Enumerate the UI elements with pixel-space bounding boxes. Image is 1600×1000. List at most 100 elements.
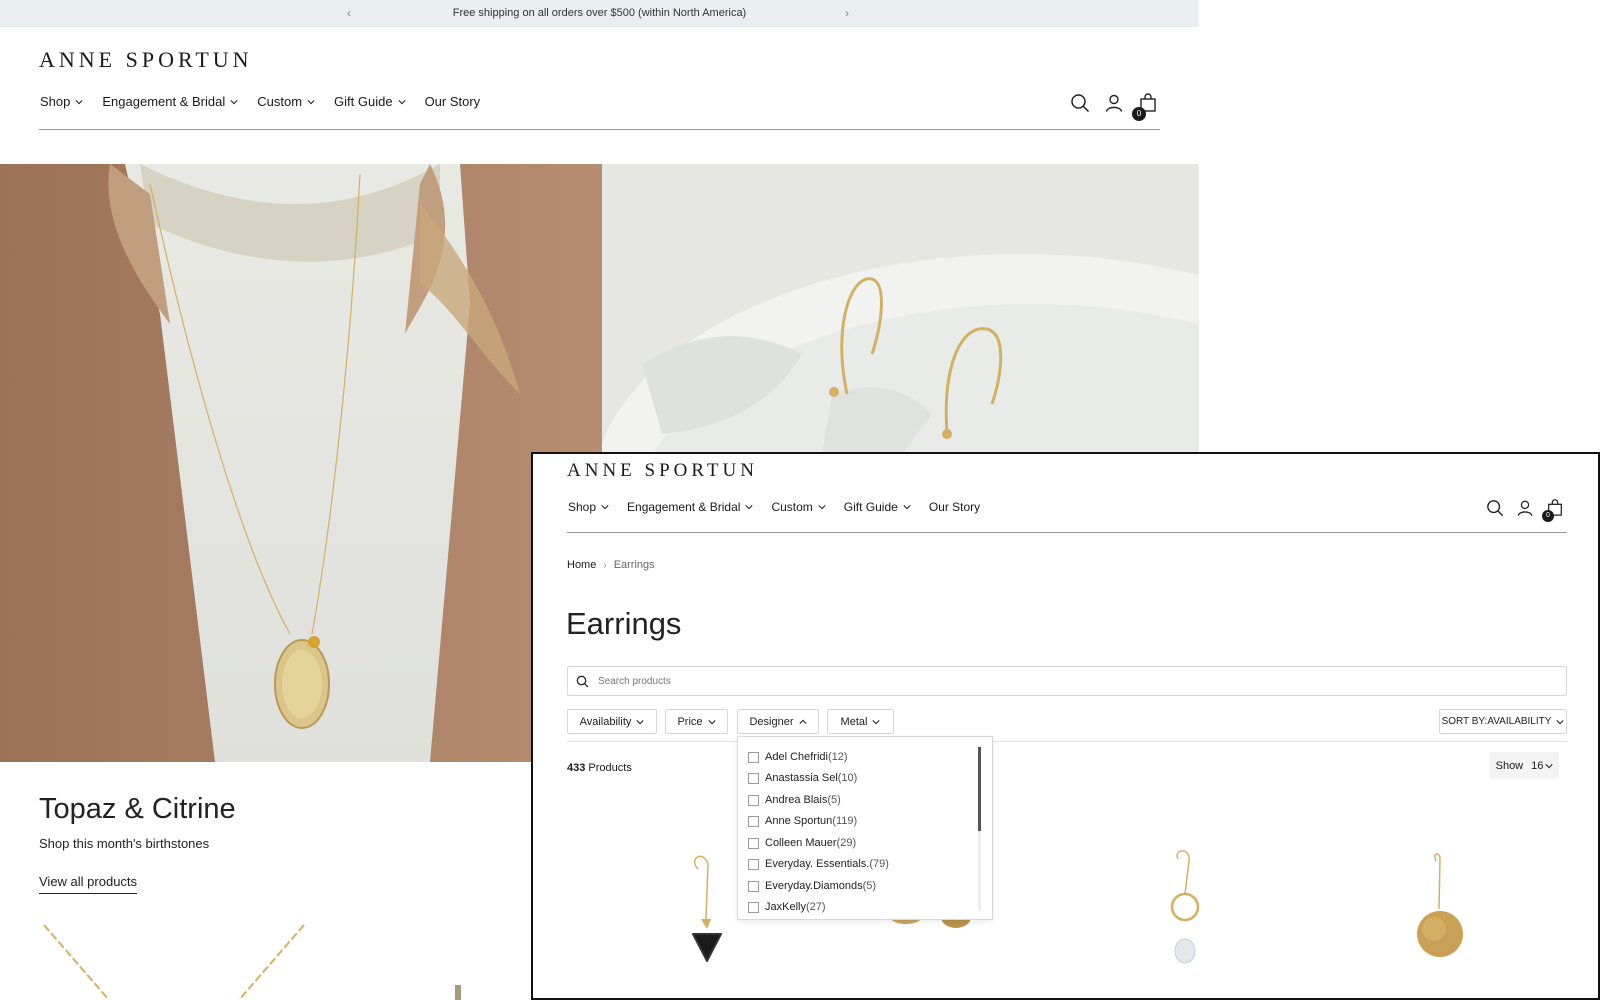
chevron-down-icon [307, 99, 315, 104]
collection-window: ANNE SPORTUN Shop Engagement & Bridal Cu… [531, 452, 1600, 1000]
product-image-gold-disc-earring[interactable] [1374, 849, 1494, 969]
designer-option[interactable]: Adel Chefridi (12) [748, 751, 848, 763]
chevron-down-icon [818, 505, 826, 510]
nav-engagement-bridal[interactable]: Engagement & Bridal [627, 500, 754, 514]
designer-name: Adel Chefridi [765, 751, 828, 763]
designer-count: (29) [836, 837, 857, 849]
cart-count-badge: 0 [1132, 107, 1146, 121]
nav-label: Engagement & Bridal [627, 500, 741, 514]
hero-image-earrings[interactable] [602, 164, 1199, 454]
search-input[interactable] [598, 672, 1538, 690]
designer-filter-dropdown: Adel Chefridi (12) Anastassia Sel (10) And… [737, 736, 993, 920]
filter-price[interactable]: Price [665, 709, 728, 734]
account-icon[interactable] [1516, 499, 1534, 517]
show-label: Show [1495, 759, 1524, 772]
page-size-selector[interactable]: Show 16 [1490, 752, 1559, 779]
chevron-down-icon [903, 505, 911, 510]
logo[interactable]: ANNE SPORTUN [567, 460, 758, 482]
chevron-down-icon [601, 505, 609, 510]
checkbox[interactable] [748, 794, 759, 806]
nav-label: Our Story [424, 94, 481, 109]
nav-label: Shop [568, 500, 597, 514]
designer-count: (12) [827, 751, 848, 763]
designer-option[interactable]: JaxKelly (27) [748, 901, 826, 913]
chevron-down-icon [707, 719, 716, 724]
promo-title: Topaz & Citrine [39, 793, 236, 825]
nav-our-story[interactable]: Our Story [425, 94, 481, 109]
search-icon [576, 675, 589, 688]
product-search-box[interactable] [567, 666, 1567, 696]
designer-option[interactable]: Anastassia Sel (10) [748, 772, 857, 784]
logo[interactable]: ANNE SPORTUN [39, 47, 253, 73]
search-icon[interactable] [1070, 93, 1090, 113]
filter-label: Price [677, 715, 703, 728]
nav-shop[interactable]: Shop [40, 94, 83, 109]
product-count: 433 Products [567, 762, 632, 774]
dropdown-scrollbar[interactable] [978, 747, 981, 911]
designer-name: Colleen Mauer [765, 837, 837, 849]
designer-option[interactable]: Andrea Blais (5) [748, 794, 841, 806]
chevron-down-icon [1545, 763, 1553, 768]
chevron-down-icon [230, 99, 238, 104]
nav-our-story[interactable]: Our Story [929, 500, 980, 514]
checkbox[interactable] [748, 772, 759, 784]
product-image-gold-ring-drop-earring[interactable] [1123, 849, 1243, 969]
designer-count: (27) [805, 901, 826, 913]
filter-availability[interactable]: Availability [567, 709, 657, 734]
designer-count: (119) [832, 815, 858, 827]
nav-label: Shop [40, 94, 71, 109]
filter-designer[interactable]: Designer [737, 709, 819, 734]
chevron-down-icon [872, 719, 881, 724]
designer-option[interactable]: Anne Sportun (119) [748, 815, 857, 827]
hero-image-necklace[interactable] [0, 164, 602, 762]
checkbox[interactable] [748, 901, 759, 913]
breadcrumb-home-link[interactable]: Home [567, 559, 596, 571]
product-thumbnail-partial[interactable] [452, 985, 464, 1000]
necklace-photo [0, 164, 602, 762]
header-icons: 0 [1070, 92, 1160, 121]
chevron-down-icon [636, 719, 644, 724]
nav-label: Engagement & Bridal [102, 94, 226, 109]
chevron-down-icon [75, 99, 83, 104]
nav-label: Custom [257, 94, 303, 109]
designer-option[interactable]: Everyday. Essentials. (79) [748, 858, 889, 870]
checkbox[interactable] [748, 815, 759, 827]
nav-gift-guide[interactable]: Gift Guide [844, 500, 911, 514]
nav-engagement-bridal[interactable]: Engagement & Bridal [102, 94, 238, 109]
cart-button[interactable]: 0 [1542, 498, 1566, 522]
checkbox[interactable] [748, 837, 759, 849]
main-nav: Shop Engagement & Bridal Custom Gift Gui… [568, 500, 999, 514]
nav-custom[interactable]: Custom [771, 500, 826, 514]
next-announcement-icon[interactable]: › [845, 6, 849, 20]
chevron-up-icon [798, 719, 807, 724]
chevron-down-icon [397, 99, 406, 104]
view-all-products-link[interactable]: View all products [39, 874, 138, 894]
designer-option[interactable]: Everyday.Diamonds (5) [748, 880, 876, 892]
checkbox[interactable] [748, 880, 759, 892]
nav-shop[interactable]: Shop [568, 500, 609, 514]
nav-label: Gift Guide [843, 500, 898, 514]
sort-label: SORT BY:AVAILABILITY [1441, 716, 1552, 727]
announcement-bar: ‹ Free shipping on all orders over $500 … [0, 0, 1199, 27]
chain-necklace-thumbnail[interactable] [39, 920, 319, 1000]
earrings-photo [602, 164, 1199, 454]
nav-gift-guide[interactable]: Gift Guide [334, 94, 406, 109]
designer-name: JaxKelly [765, 901, 806, 913]
designer-name: Everyday.Diamonds [765, 880, 863, 892]
designer-option[interactable]: Colleen Mauer (29) [748, 837, 856, 849]
sort-dropdown[interactable]: SORT BY:AVAILABILITY [1439, 709, 1567, 734]
nav-custom[interactable]: Custom [257, 94, 315, 109]
header-icons: 0 [1486, 498, 1566, 522]
checkbox[interactable] [748, 858, 759, 870]
designer-count: (10) [837, 772, 858, 784]
designer-count: (5) [862, 880, 877, 892]
designer-count: (5) [827, 794, 841, 806]
checkbox[interactable] [748, 751, 759, 763]
cart-button[interactable]: 0 [1132, 92, 1160, 121]
filter-label: Designer [749, 715, 794, 728]
nav-label: Gift Guide [334, 94, 393, 109]
search-icon[interactable] [1486, 499, 1504, 517]
filter-metal[interactable]: Metal [827, 709, 894, 734]
scrollbar-thumb[interactable] [978, 747, 981, 831]
account-icon[interactable] [1104, 93, 1124, 113]
